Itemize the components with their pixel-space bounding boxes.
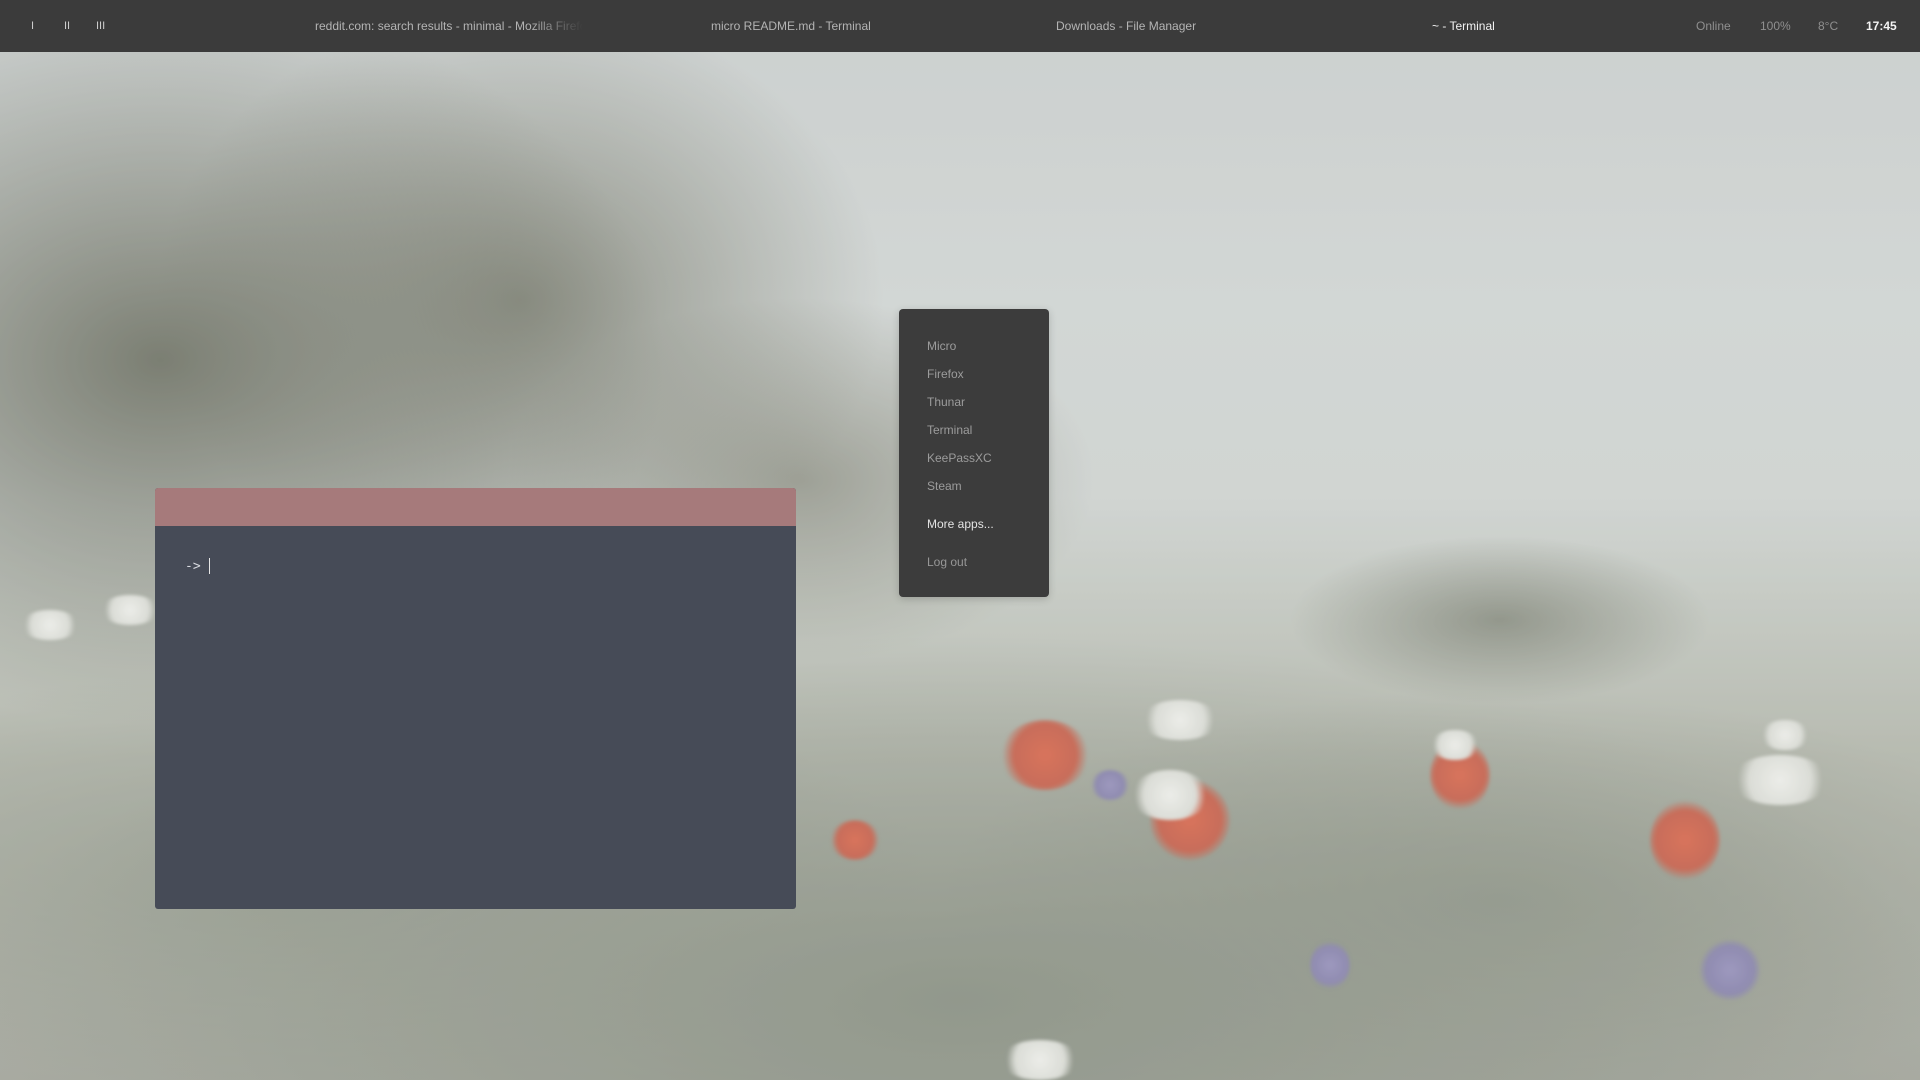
desktop: I II III reddit.com: search results - mi… xyxy=(0,0,1920,1080)
launcher-more-apps[interactable]: More apps... xyxy=(927,517,994,531)
weather-status: 8°C xyxy=(1818,19,1839,33)
launcher-item-terminal[interactable]: Terminal xyxy=(927,423,972,437)
battery-status: 100% xyxy=(1760,19,1791,33)
terminal-window[interactable]: -> xyxy=(155,488,796,909)
taskbar-item-file-manager[interactable]: Downloads - File Manager xyxy=(1056,0,1196,52)
workspace-2[interactable]: II xyxy=(64,0,70,52)
top-panel: I II III reddit.com: search results - mi… xyxy=(0,0,1920,52)
taskbar-item-terminal-active[interactable]: ~ - Terminal xyxy=(1432,0,1495,52)
taskbar-item-micro-terminal[interactable]: micro README.md - Terminal xyxy=(711,0,871,52)
workspace-3[interactable]: III xyxy=(96,0,105,52)
clock: 17:45 xyxy=(1866,19,1897,33)
network-status: Online xyxy=(1696,19,1731,33)
terminal-titlebar[interactable] xyxy=(155,488,796,526)
app-launcher-menu: Micro Firefox Thunar Terminal KeePassXC … xyxy=(899,309,1049,597)
launcher-item-firefox[interactable]: Firefox xyxy=(927,367,964,381)
terminal-prompt: -> xyxy=(185,558,201,574)
launcher-item-steam[interactable]: Steam xyxy=(927,479,962,493)
launcher-log-out[interactable]: Log out xyxy=(927,555,967,569)
terminal-cursor xyxy=(208,558,210,574)
workspace-1[interactable]: I xyxy=(31,0,34,52)
launcher-item-micro[interactable]: Micro xyxy=(927,339,956,353)
taskbar-item-firefox[interactable]: reddit.com: search results - minimal - M… xyxy=(315,0,583,52)
launcher-item-keepassxc[interactable]: KeePassXC xyxy=(927,451,992,465)
launcher-item-thunar[interactable]: Thunar xyxy=(927,395,965,409)
terminal-body[interactable]: -> xyxy=(155,526,796,574)
